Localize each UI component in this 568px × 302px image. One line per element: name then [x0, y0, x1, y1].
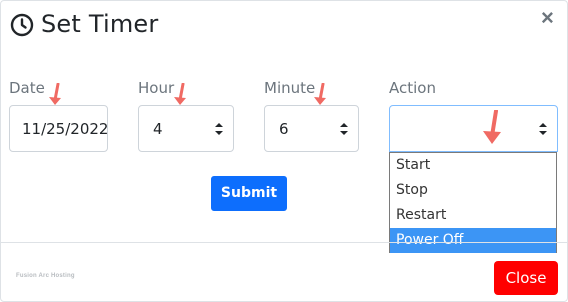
option-restart[interactable]: Restart: [390, 203, 556, 228]
modal-title: Set Timer: [41, 10, 159, 38]
annotation-arrow-icon: [314, 83, 326, 105]
annotation-arrow-icon: [174, 83, 186, 105]
close-icon[interactable]: ×: [541, 7, 557, 29]
close-button[interactable]: Close: [494, 261, 558, 295]
footer-brand: Fusion Arc Hosting: [16, 273, 75, 279]
date-value: 11/25/2022: [22, 120, 109, 138]
hour-select[interactable]: 4: [138, 105, 234, 152]
hour-label: Hour: [138, 79, 175, 97]
option-power-off[interactable]: Power Off: [390, 228, 556, 253]
modal-header: Set Timer ×: [1, 1, 567, 51]
date-label: Date: [9, 79, 45, 97]
action-dropdown-list: Start Stop Restart Power Off: [389, 152, 557, 253]
minute-value: 6: [279, 120, 289, 138]
annotation-arrow-icon: [483, 110, 501, 144]
select-spinner-icon: [340, 123, 348, 135]
footer-divider: [1, 242, 567, 243]
submit-button[interactable]: Submit: [211, 176, 287, 211]
date-input[interactable]: 11/25/2022: [9, 105, 108, 152]
set-timer-modal: Set Timer × Date Hour Minute Action 11/2…: [0, 0, 568, 302]
select-spinner-icon: [215, 123, 223, 135]
action-label: Action: [389, 79, 436, 97]
option-stop[interactable]: Stop: [390, 178, 556, 203]
select-spinner-icon: [539, 123, 547, 135]
clock-icon: [10, 13, 34, 37]
hour-value: 4: [153, 120, 163, 138]
minute-label: Minute: [264, 79, 316, 97]
annotation-arrow-icon: [49, 83, 61, 105]
minute-select[interactable]: 6: [264, 105, 359, 152]
action-select[interactable]: [389, 105, 558, 152]
option-start[interactable]: Start: [390, 153, 556, 178]
